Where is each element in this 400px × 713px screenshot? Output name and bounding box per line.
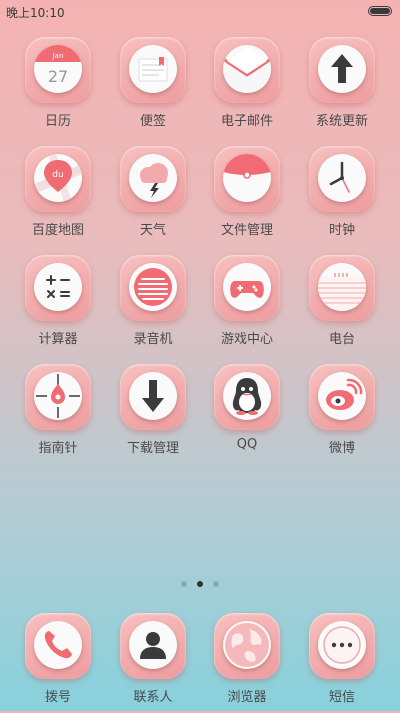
- app-label: 联系人: [133, 690, 173, 705]
- recorder-icon: [129, 263, 177, 311]
- page-dot[interactable]: [181, 581, 187, 587]
- phone-icon: [34, 621, 82, 669]
- app-weather[interactable]: 天气: [105, 146, 201, 246]
- gamepad-icon: [223, 263, 271, 311]
- file-manager-icon: [223, 154, 271, 202]
- battery-icon: [368, 6, 392, 16]
- page-dot[interactable]: [213, 581, 219, 587]
- calculator-icon: [34, 263, 82, 311]
- notes-icon: [129, 45, 177, 93]
- radio-icon: [318, 263, 366, 311]
- dock-phone[interactable]: 拨号: [10, 613, 106, 713]
- app-radio[interactable]: 电台: [294, 255, 390, 355]
- app-label: 电子邮件: [220, 114, 273, 129]
- app-tile: [309, 146, 375, 212]
- qq-penguin-icon: [223, 372, 271, 420]
- app-file-manager[interactable]: 文件管理: [199, 146, 295, 246]
- dock-browser[interactable]: 浏览器: [199, 613, 295, 713]
- app-compass[interactable]: 指南针: [10, 364, 106, 464]
- weibo-icon: [318, 372, 366, 420]
- app-tile: [25, 613, 91, 679]
- app-tile: du: [25, 146, 91, 212]
- dock-contacts[interactable]: 联系人: [105, 613, 201, 713]
- app-label: 下载管理: [126, 441, 179, 456]
- app-label: 微博: [328, 441, 355, 456]
- calendar-month: Jan: [52, 52, 64, 60]
- email-icon: [223, 45, 271, 93]
- app-label: 计算器: [38, 332, 78, 347]
- status-bar: 晚上10:10: [0, 0, 400, 24]
- app-label: 短信: [328, 690, 355, 705]
- app-tile: [214, 37, 280, 103]
- app-baidu-map[interactable]: du 百度地图: [10, 146, 106, 246]
- app-tile: [120, 37, 186, 103]
- app-tile: [309, 37, 375, 103]
- app-tile: [25, 255, 91, 321]
- app-tile: [214, 146, 280, 212]
- update-arrow-icon: [318, 45, 366, 93]
- app-system-update[interactable]: 系统更新: [294, 37, 390, 137]
- app-label: 文件管理: [220, 223, 273, 238]
- app-tile: [214, 364, 280, 430]
- app-tile: [25, 364, 91, 430]
- app-tile: Jan 27: [25, 37, 91, 103]
- contacts-icon: [129, 621, 177, 669]
- app-clock[interactable]: 时钟: [294, 146, 390, 246]
- page-indicator[interactable]: [0, 581, 400, 591]
- app-tile: [120, 255, 186, 321]
- app-label: 浏览器: [227, 690, 267, 705]
- app-tile: [214, 613, 280, 679]
- app-label: QQ: [236, 437, 258, 452]
- app-calculator[interactable]: 计算器: [10, 255, 106, 355]
- app-email[interactable]: 电子邮件: [199, 37, 295, 137]
- page-dot-active[interactable]: [197, 581, 203, 587]
- app-label: 录音机: [133, 332, 173, 347]
- app-label: 时钟: [328, 223, 355, 238]
- app-tile: [120, 146, 186, 212]
- baidu-logo-text: du: [52, 170, 63, 180]
- download-icon: [129, 372, 177, 420]
- messages-icon: [318, 621, 366, 669]
- app-label: 拨号: [44, 690, 71, 705]
- app-weibo[interactable]: 微博: [294, 364, 390, 464]
- app-game-center[interactable]: 游戏中心: [199, 255, 295, 355]
- calendar-icon: Jan 27: [34, 45, 82, 93]
- app-label: 便签: [139, 114, 166, 129]
- app-qq[interactable]: QQ: [199, 364, 295, 464]
- app-calendar[interactable]: Jan 27 日历: [10, 37, 106, 137]
- app-label: 百度地图: [31, 223, 84, 238]
- app-notes[interactable]: 便签: [105, 37, 201, 137]
- app-label: 日历: [44, 114, 71, 129]
- browser-globe-icon: [223, 621, 271, 669]
- app-label: 电台: [328, 332, 355, 347]
- app-label: 游戏中心: [220, 332, 273, 347]
- compass-icon: [34, 372, 82, 420]
- app-recorder[interactable]: 录音机: [105, 255, 201, 355]
- app-tile: [120, 613, 186, 679]
- status-time: 晚上10:10: [6, 6, 65, 20]
- baidu-map-icon: du: [34, 154, 82, 202]
- app-download-manager[interactable]: 下载管理: [105, 364, 201, 464]
- app-tile: [309, 255, 375, 321]
- clock-icon: [318, 154, 366, 202]
- calendar-day: 27: [48, 67, 68, 86]
- app-tile: [120, 364, 186, 430]
- app-label: 天气: [139, 223, 166, 238]
- app-tile: [309, 613, 375, 679]
- app-tile: [309, 364, 375, 430]
- app-tile: [214, 255, 280, 321]
- app-label: 指南针: [38, 441, 78, 456]
- weather-icon: [129, 154, 177, 202]
- app-label: 系统更新: [315, 114, 368, 129]
- dock-messages[interactable]: 短信: [294, 613, 390, 713]
